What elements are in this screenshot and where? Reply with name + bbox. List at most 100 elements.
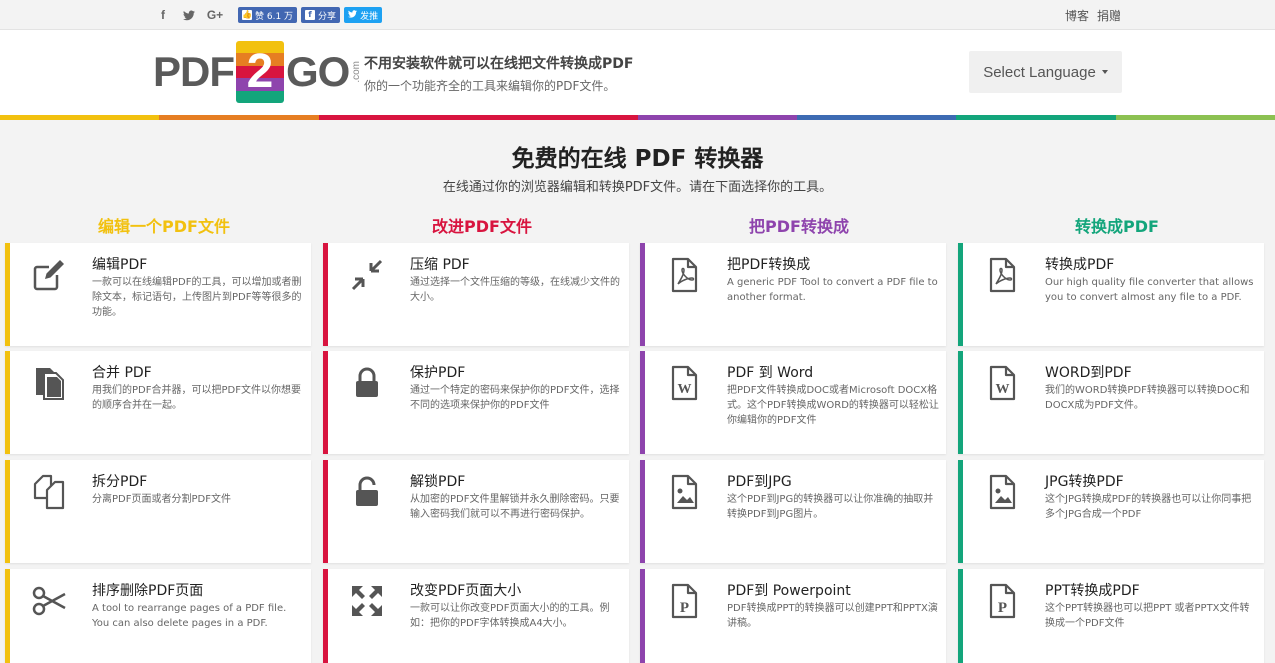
tool-card-description: A tool to rearrange pages of a PDF file.… — [92, 603, 287, 629]
tool-card[interactable]: 改变PDF页面大小一款可以让你改变PDF页面大小的的工具。例如：把你的PDF字体… — [323, 569, 629, 663]
tool-card[interactable]: 编辑PDF 一款可以在线编辑PDF的工具，可以增加或者删除文本，标记语句，上传图片… — [5, 243, 311, 346]
image-file-icon — [666, 474, 702, 510]
tool-card[interactable]: 保护PDF 通过一个特定的密码来保护你的PDF文件，选择不同的选项来保护你的PDF… — [323, 351, 629, 454]
tool-card-title: PPT转换成PDF — [1045, 583, 1140, 599]
word-file-icon: W — [666, 365, 702, 401]
tool-card[interactable]: 把PDF转换成 A generic PDF Tool to convert a P… — [640, 243, 946, 346]
facebook-like-button[interactable]: 👍 赞 6.1 万 — [238, 7, 298, 23]
unlock-icon — [349, 474, 385, 510]
svg-text:P: P — [680, 600, 689, 616]
tool-card-title: 解锁PDF — [410, 474, 466, 490]
logo-go-text: GO — [286, 48, 350, 95]
logo-number-badge: 2 — [236, 41, 284, 103]
tool-card-description: 一款可以让你改变PDF页面大小的的工具。例如：把你的PDF字体转换成A4大小。 — [410, 603, 610, 629]
tool-card[interactable]: P PDF到 Powerpoint PDF转换成PPT的转换器可以创建PPT和PPT… — [640, 569, 946, 663]
tool-card[interactable]: 解锁PDF 从加密的PDF文件里解锁并永久删除密码。只要输入密码我们就可以不再进行… — [323, 460, 629, 563]
site-header: PDF 2 GO .com 不用安装软件就可以在线把文件转换成PDF 你的一个功… — [0, 30, 1275, 115]
resize-icon — [349, 583, 385, 619]
tool-card-title: 转换成PDF — [1045, 257, 1115, 273]
column-heading: 把PDF转换成 — [749, 217, 849, 236]
tweet-label: 发推 — [360, 11, 379, 22]
share-label: 分享 — [318, 11, 337, 22]
facebook-share-button[interactable]: f 分享 — [301, 7, 341, 23]
tool-card-description: PDF转换成PPT的转换器可以创建PPT和PPTX演讲稿。 — [727, 603, 938, 629]
twitter-small-icon — [348, 9, 358, 21]
social-links: f G+ 👍 赞 6.1 万 f 分享 发推 — [150, 6, 386, 24]
tagline-title: 不用安装软件就可以在线把文件转换成PDF — [364, 56, 634, 72]
tool-card[interactable]: PDF到JPG 这个PDF到JPG的转换器可以让你准确的抽取并转换PDF到JPG图… — [640, 460, 946, 563]
ppt-file-icon: P — [666, 583, 702, 619]
tool-card-description: 通过一个特定的密码来保护你的PDF文件，选择不同的选项来保护你的PDF文件 — [410, 385, 620, 411]
tool-card-description: 用我们的PDF合并器，可以把PDF文件以你想要的顺序合并在一起。 — [92, 385, 301, 411]
tool-card-description: 分离PDF页面或者分割PDF文件 — [92, 494, 231, 505]
tool-card[interactable]: W PDF 到 Word 把PDF文件转换成DOC或者Microsoft DOCX格… — [640, 351, 946, 454]
pdf-file-icon — [984, 257, 1020, 293]
svg-text:P: P — [998, 600, 1007, 616]
tool-card-title: WORD到PDF — [1045, 365, 1132, 381]
blog-link[interactable]: 博客 — [1065, 7, 1089, 24]
tool-card-title: 排序删除PDF页面 — [92, 583, 204, 599]
rainbow-divider — [0, 115, 1275, 120]
tool-card[interactable]: 压缩 PDF 通过选择一个文件压缩的等级，在线减少文件的大小。 — [323, 243, 629, 346]
facebook-square-icon: f — [305, 10, 316, 20]
tool-card-title: 改变PDF页面大小 — [410, 583, 522, 599]
svg-text:W: W — [678, 382, 692, 397]
tool-card-description: 我们的WORD转换PDF转换器可以转换DOC和DOCX成为PDF文件。 — [1045, 385, 1250, 411]
logo-com-text: .com — [351, 61, 363, 83]
tool-card[interactable]: 排序删除PDF页面 A tool to rearrange pages of a … — [5, 569, 311, 663]
tagline-subtitle: 你的一个功能齐全的工具来编辑你的PDF文件。 — [364, 79, 616, 93]
column-heading: 改进PDF文件 — [432, 217, 532, 236]
pdf2go-logo[interactable]: PDF 2 GO .com — [153, 40, 362, 104]
tool-card-description: 从加密的PDF文件里解锁并永久删除密码。只要输入密码我们就可以不再进行密码保护。 — [410, 494, 620, 520]
svg-text:W: W — [996, 382, 1010, 397]
tool-card-description: 这个PPT转换器也可以把PPT 或者PPTX文件转换成一个PDF文件 — [1045, 603, 1250, 629]
language-select[interactable]: Select Language — [969, 51, 1122, 93]
google-plus-icon[interactable]: G+ — [202, 6, 228, 24]
tool-card-description: 把PDF文件转换成DOC或者Microsoft DOCX格式。这个PDF转换成W… — [727, 385, 939, 426]
language-select-label: Select Language — [983, 63, 1096, 81]
tool-card-description: A generic PDF Tool to convert a PDF file… — [727, 277, 938, 303]
caret-down-icon — [1101, 70, 1108, 74]
tool-card[interactable]: W WORD到PDF 我们的WORD转换PDF转换器可以转换DOC和DOCX成为PD… — [958, 351, 1264, 454]
split-icon — [31, 474, 67, 510]
scissors-icon — [31, 583, 67, 619]
tool-card-description: 一款可以在线编辑PDF的工具，可以增加或者删除文本，标记语句，上传图片到PDF等… — [92, 277, 302, 318]
lock-icon — [349, 365, 385, 401]
tool-card-title: 把PDF转换成 — [727, 257, 811, 273]
word-file-icon: W — [984, 365, 1020, 401]
tool-card[interactable]: 合并 PDF 用我们的PDF合并器，可以把PDF文件以你想要的顺序合并在一起。 — [5, 351, 311, 454]
tool-card-title: JPG转换PDF — [1045, 474, 1124, 490]
tool-card[interactable]: JPG转换PDF 这个JPG转换成PDF的转换器也可以让你同事把多个JPG合成一个… — [958, 460, 1264, 563]
tool-card-description: 这个PDF到JPG的转换器可以让你准确的抽取并转换PDF到JPG图片。 — [727, 494, 934, 520]
tweet-button[interactable]: 发推 — [344, 7, 383, 23]
tool-card-description: Our high quality file converter that all… — [1045, 277, 1254, 303]
tool-card-title: PDF到 Powerpoint — [727, 583, 851, 599]
pdf-file-icon — [666, 257, 702, 293]
tool-card-description: 这个JPG转换成PDF的转换器也可以让你同事把多个JPG合成一个PDF — [1045, 494, 1252, 520]
tool-card-description: 通过选择一个文件压缩的等级，在线减少文件的大小。 — [410, 277, 620, 303]
ppt-file-icon: P — [984, 583, 1020, 619]
merge-icon — [31, 365, 67, 401]
logo-pdf-text: PDF — [153, 48, 235, 95]
image-file-icon — [984, 474, 1020, 510]
tool-card[interactable]: 转换成PDF Our high quality file converter th… — [958, 243, 1264, 346]
facebook-icon[interactable]: f — [150, 6, 176, 24]
tool-card-title: 保护PDF — [410, 365, 466, 381]
tool-card[interactable]: P PPT转换成PDF 这个PPT转换器也可以把PPT 或者PPTX文件转换成一个P… — [958, 569, 1264, 663]
tool-card-title: 拆分PDF — [92, 474, 148, 490]
tagline: 不用安装软件就可以在线把文件转换成PDF 你的一个功能齐全的工具来编辑你的PDF… — [364, 53, 633, 94]
tool-card-title: 编辑PDF — [92, 257, 148, 273]
column-heading: 编辑一个PDF文件 — [98, 217, 230, 236]
donate-link[interactable]: 捐赠 — [1097, 7, 1121, 24]
thumbs-up-icon: 👍 — [242, 10, 252, 20]
tool-card[interactable]: 拆分PDF 分离PDF页面或者分割PDF文件 — [5, 460, 311, 563]
page-subtitle: 在线通过你的浏览器编辑和转换PDF文件。请在下面选择你的工具。 — [442, 180, 833, 195]
edit-icon — [31, 257, 67, 293]
top-bar: f G+ 👍 赞 6.1 万 f 分享 发推 博客 捐赠 — [0, 0, 1275, 30]
like-label: 赞 6.1 万 — [255, 11, 294, 22]
tool-card-title: 合并 PDF — [92, 365, 152, 381]
twitter-icon[interactable] — [176, 6, 202, 24]
compress-icon — [349, 257, 385, 293]
column-heading: 转换成PDF — [1075, 217, 1159, 236]
tool-card-title: PDF到JPG — [727, 474, 792, 490]
